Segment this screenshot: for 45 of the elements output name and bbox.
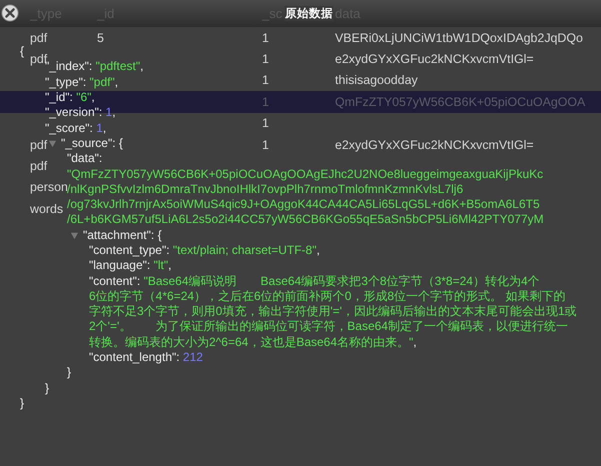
table-cell: 1: [262, 30, 269, 45]
json-line: /nlKgnPSfvvIzlm6DmraTnvJbnoIHlkI7ovpPlh7rnmoTmlofmnKzmnKvlsL7lj6: [67, 182, 464, 197]
table-cell: 1: [262, 138, 269, 152]
table-cell: 1: [262, 116, 269, 130]
json-line: "content_type": "text/plain; charset=UTF-8",: [89, 243, 320, 258]
json-line: 转换。编码表的大小为2^6=64，这也是Base64名称的由来。",: [89, 334, 417, 350]
table-cell: pdf: [30, 52, 48, 66]
table-cell: 1: [262, 73, 269, 88]
table-cell: pdf: [30, 159, 48, 174]
table-cell: 1: [262, 52, 269, 66]
table-cell: person: [30, 180, 68, 194]
json-line: /og73kvJrlh7rnjrAx5oiWMuS4qic9J+OAggoK44CA44CA5Li65LqG5L+d6K+B5omA6L6T5: [67, 197, 540, 212]
json-line: 字符不足3个字节，则用0填充，输出字符使用'='，因此编码后输出的文本末尾可能会出现1或: [89, 304, 577, 320]
table-cell: pdf: [30, 138, 48, 152]
json-line: /6L+b6KGM57uf5LiA6L2s5o2i44CC57yW56CB6KGo55qE5aSn5bCP5Li6Ml42PTY077yM: [67, 212, 544, 228]
table-cell: thisisagoodday: [335, 73, 418, 88]
json-line: {: [20, 44, 24, 60]
table-cell: e2xydGYxXGFuc2kNCKxvcmVtIGl=: [335, 52, 534, 66]
json-line: "data":: [67, 151, 102, 166]
json-line: "_id": "6",: [45, 90, 95, 106]
json-line: "_index": "pdftest",: [45, 59, 144, 74]
json-line: "QmFzZTY057yW56CB6K+05piOCuOAgOOAgEJhc2U2NOe8lueggeimgeaxguaKijPkuKc: [67, 166, 544, 182]
json-line: "_type": "pdf",: [45, 74, 118, 90]
json-line: "_score": 1,: [45, 120, 106, 136]
json-line: "content": "Base64编码说明 Base64编码要求把3个8位字节（3*8=24）转化为4个: [89, 274, 540, 289]
json-line: }: [67, 365, 72, 380]
json-line: "_source": {: [61, 136, 123, 151]
expand-toggle-icon[interactable]: [70, 230, 79, 240]
json-line: }: [45, 380, 50, 396]
json-line: "content_length": 212: [89, 350, 203, 366]
table-cell: VBERi0xLjUNCiW1tbW1DQoxIDAgb2JqDQo: [335, 30, 583, 45]
table-cell: pdf: [30, 30, 48, 45]
expand-toggle-icon[interactable]: [48, 138, 57, 148]
table-cell: 5: [97, 30, 104, 45]
table-cell: QmFzZTY057yW56CB6K+05piOCuOAgOOA: [335, 94, 586, 109]
json-line: "language": "lt",: [89, 258, 172, 274]
json-line: "attachment": {: [83, 228, 162, 243]
table-cell: 1: [262, 94, 269, 109]
json-line: }: [20, 396, 24, 411]
json-line: 2个'='。 为了保证所输出的编码位可读字符，Base64制定了一个编码表，以便进行统一: [89, 319, 568, 334]
json-line: 6位的字节（4*6=24），之后在6位的前面补两个0，形成8位一个字节的形式。 如果剩下的: [89, 288, 566, 304]
dialog-title: 原始数据: [285, 6, 333, 21]
table-cell: words: [30, 202, 64, 216]
table-cell: e2xydGYxXGFuc2kNCKxvcmVtIGl=: [335, 138, 534, 152]
close-icon[interactable]: [1, 4, 19, 22]
